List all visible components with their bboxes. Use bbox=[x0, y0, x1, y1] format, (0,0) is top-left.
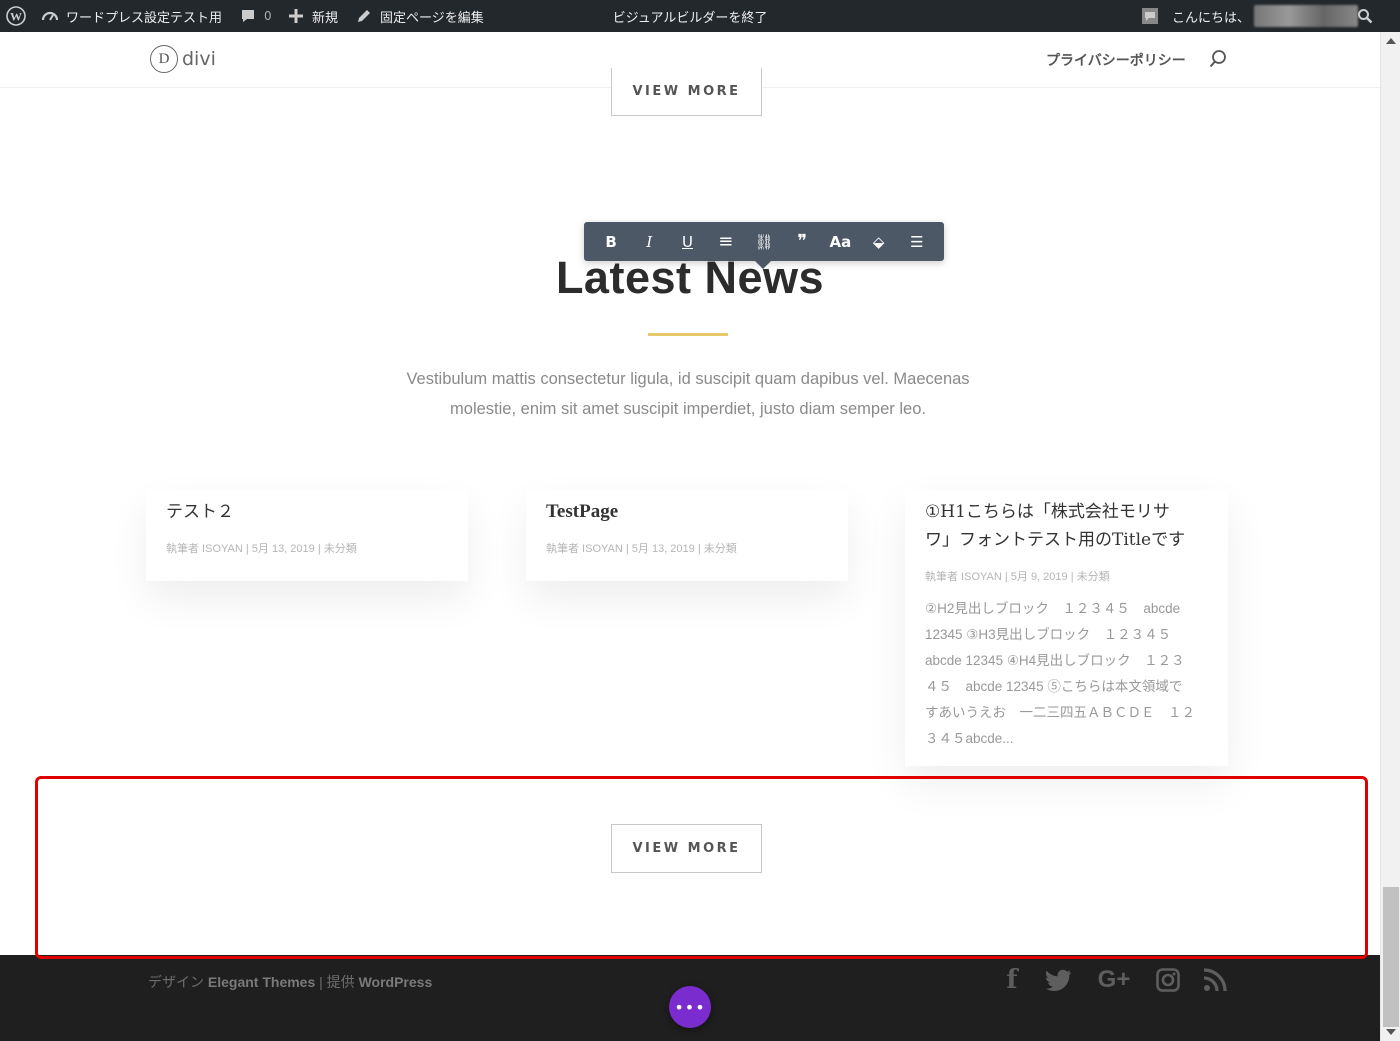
bold-button[interactable]: B bbox=[596, 233, 626, 251]
exit-builder-label: ビジュアルビルダーを終了 bbox=[612, 10, 768, 26]
excerpt-line: ３４５abcde... bbox=[925, 731, 1014, 746]
text-color-button[interactable]: ⬙ bbox=[864, 233, 894, 251]
blurred-username bbox=[1254, 5, 1359, 27]
scroll-down-arrow-icon[interactable] bbox=[1386, 1029, 1396, 1035]
intro-line-2: molestie, enim sit amet suscipit imperdi… bbox=[450, 400, 926, 418]
admin-search-button[interactable] bbox=[1355, 0, 1381, 32]
credits-mid: | 提供 bbox=[319, 974, 355, 990]
view-more-button-top[interactable]: VIEW MORE bbox=[611, 68, 762, 116]
link-button[interactable]: ⛓ bbox=[749, 233, 779, 251]
post-title-line: ワ」フォントテスト用のTitleです bbox=[925, 530, 1186, 550]
post-title-link[interactable]: TestPage bbox=[546, 498, 828, 526]
facebook-icon[interactable]: f bbox=[1000, 965, 1024, 995]
excerpt-line: 12345 ③H3見出しブロック １２３４５ bbox=[925, 627, 1172, 642]
site-logo[interactable]: D divi bbox=[150, 44, 216, 74]
google-plus-icon[interactable]: G+ bbox=[1092, 965, 1136, 995]
highlight-annotation-box bbox=[35, 776, 1368, 959]
italic-button[interactable]: I bbox=[634, 233, 664, 251]
builder-settings-fab[interactable]: ••• bbox=[669, 986, 711, 1028]
greeting-label: こんにちは、 bbox=[1172, 10, 1251, 26]
site-footer: デザイン Elegant Themes | 提供 WordPress f G+ … bbox=[0, 955, 1380, 1041]
elegant-themes-link[interactable]: Elegant Themes bbox=[208, 974, 315, 990]
section-intro-text: Vestibulum mattis consectetur ligula, id… bbox=[360, 364, 1016, 424]
scrollbar-thumb[interactable] bbox=[1383, 887, 1399, 1027]
nav-item-privacy-policy[interactable]: プライバシーポリシー bbox=[1046, 50, 1186, 70]
user-account-menu[interactable]: こんにちは、 bbox=[1140, 0, 1359, 32]
list-button[interactable]: ☰ bbox=[902, 233, 932, 251]
align-button[interactable]: ≡ bbox=[711, 231, 741, 252]
logo-text: divi bbox=[182, 48, 216, 70]
scroll-up-arrow-icon[interactable] bbox=[1386, 38, 1396, 44]
excerpt-line: すあいうえお 一二三四五ＡＢＣＤＥ １２ bbox=[925, 705, 1195, 720]
search-icon bbox=[1355, 6, 1375, 26]
admin-bar: W ワードプレス設定テスト用 0 新規 固定ページを編集 ビジュアルビルダーを終… bbox=[0, 0, 1400, 32]
post-card: テスト２ 執筆者 ISOYAN | 5月 13, 2019 | 未分類 bbox=[146, 490, 468, 581]
wordpress-link[interactable]: WordPress bbox=[359, 974, 433, 990]
font-size-button[interactable]: Aa bbox=[825, 233, 855, 251]
underline-button[interactable]: U bbox=[673, 233, 703, 251]
post-meta: 執筆者 ISOYAN | 5月 9, 2019 | 未分類 bbox=[925, 571, 1110, 583]
excerpt-line: ４５ abcde 12345 ⑤こちらは本文領域で bbox=[925, 679, 1183, 694]
heading-divider bbox=[648, 333, 728, 336]
footer-credits: デザイン Elegant Themes | 提供 WordPress bbox=[148, 972, 432, 992]
header-search-button[interactable] bbox=[1208, 49, 1228, 69]
twitter-icon[interactable] bbox=[1044, 965, 1074, 995]
instagram-icon[interactable] bbox=[1155, 965, 1181, 995]
post-excerpt: ②H2見出しブロック １２３４５ abcde 12345 ③H3見出しブロック … bbox=[925, 596, 1208, 752]
post-title-link[interactable]: テスト２ bbox=[166, 498, 448, 526]
excerpt-line: abcde 12345 ④H4見出しブロック １２３ bbox=[925, 653, 1185, 668]
search-icon bbox=[1209, 50, 1226, 68]
text-format-toolbar: B I U ≡ ⛓ ❞ Aa ⬙ ☰ bbox=[584, 222, 944, 261]
rss-icon[interactable] bbox=[1202, 965, 1228, 995]
quote-button[interactable]: ❞ bbox=[787, 231, 817, 252]
user-avatar-icon bbox=[1140, 6, 1160, 26]
post-meta: 執筆者 ISOYAN | 5月 13, 2019 | 未分類 bbox=[166, 543, 357, 555]
excerpt-line: ②H2見出しブロック １２３４５ abcde bbox=[925, 601, 1181, 616]
logo-letter: D bbox=[150, 45, 178, 73]
post-card: TestPage 執筆者 ISOYAN | 5月 13, 2019 | 未分類 bbox=[526, 490, 848, 581]
page-scrollbar[interactable] bbox=[1380, 32, 1400, 1041]
toolbar-pointer bbox=[755, 261, 771, 269]
intro-line-1: Vestibulum mattis consectetur ligula, id… bbox=[406, 370, 970, 388]
post-title-link[interactable]: ①H1こちらは「株式会社モリサ ワ」フォントテスト用のTitleです bbox=[925, 498, 1208, 554]
post-card: ①H1こちらは「株式会社モリサ ワ」フォントテスト用のTitleです 執筆者 I… bbox=[905, 490, 1228, 766]
credits-prefix: デザイン bbox=[148, 974, 204, 990]
post-meta: 執筆者 ISOYAN | 5月 13, 2019 | 未分類 bbox=[546, 543, 737, 555]
post-title-line: ①H1こちらは「株式会社モリサ bbox=[925, 502, 1170, 522]
